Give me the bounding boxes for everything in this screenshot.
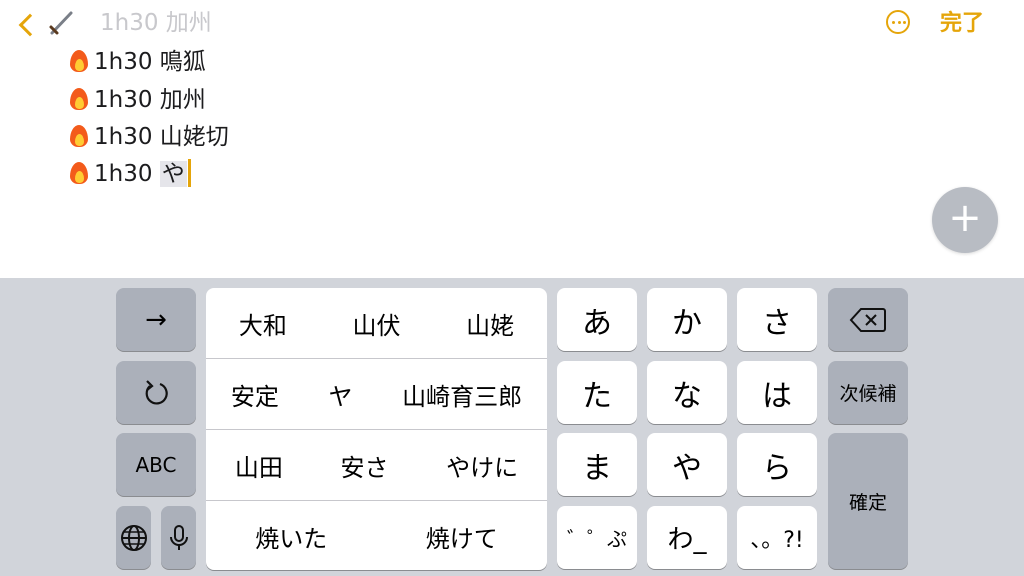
kana-key-ha[interactable]: は	[737, 361, 817, 424]
fire-emoji-icon	[68, 123, 90, 149]
kana-key-na[interactable]: な	[647, 361, 727, 424]
confirm-key[interactable]: 確定	[828, 433, 908, 569]
note-line[interactable]: 1h30 加州	[68, 83, 206, 117]
candidate[interactable]: 山田	[231, 448, 287, 483]
candidate[interactable]: 大和	[235, 306, 291, 341]
candidate[interactable]: 山姥	[462, 306, 518, 341]
text-cursor	[187, 159, 191, 187]
more-options-button[interactable]	[886, 10, 910, 34]
fire-emoji-icon	[68, 48, 90, 74]
candidate[interactable]: 山崎育三郎	[398, 377, 526, 412]
kana-key-ra[interactable]: ら	[737, 433, 817, 496]
delete-key[interactable]	[828, 288, 908, 351]
dakuten-key[interactable]: ゛゜ぷ	[557, 506, 637, 569]
candidate-row: 安定 ヤ 山崎育三郎	[206, 359, 547, 429]
abc-key[interactable]: ABC	[116, 433, 196, 496]
keyboard: → ABC 大和 山伏 山姥 安定 ヤ 山崎育三郎 山田 安さ やけに 焼いた …	[0, 278, 1024, 576]
kana-key-ma[interactable]: ま	[557, 433, 637, 496]
candidate[interactable]: 安さ	[336, 448, 392, 483]
globe-key[interactable]	[116, 506, 151, 569]
undo-key[interactable]	[116, 361, 196, 424]
add-button[interactable]: +	[932, 187, 998, 253]
note-line[interactable]: 1h30 山姥切	[68, 120, 229, 154]
mic-icon	[169, 524, 188, 550]
mic-key[interactable]	[161, 506, 196, 569]
kana-key-a[interactable]: あ	[557, 288, 637, 351]
arrow-key[interactable]: →	[116, 288, 196, 351]
kana-key-ta[interactable]: た	[557, 361, 637, 424]
note-line-editing[interactable]: 1h30 や	[68, 157, 191, 191]
back-button[interactable]	[14, 6, 42, 42]
candidate-row: 大和 山伏 山姥	[206, 288, 547, 358]
punctuation-key[interactable]: 、。?!	[737, 506, 817, 569]
conversion-candidates: 大和 山伏 山姥 安定 ヤ 山崎育三郎 山田 安さ やけに 焼いた 焼けて	[206, 288, 547, 570]
sword-emoji-icon	[49, 11, 73, 35]
kana-key-sa[interactable]: さ	[737, 288, 817, 351]
candidate[interactable]: やけに	[442, 448, 522, 483]
undo-icon	[145, 379, 168, 405]
next-candidate-key[interactable]: 次候補	[828, 361, 908, 424]
note-line[interactable]: 1h30 加州	[100, 6, 212, 40]
delete-icon	[849, 307, 886, 332]
candidate[interactable]: 焼けて	[422, 519, 502, 554]
note-line[interactable]: 1h30 鳴狐	[68, 45, 206, 79]
globe-icon	[120, 524, 147, 551]
candidate-row: 山田 安さ やけに	[206, 430, 547, 500]
fire-emoji-icon	[68, 86, 90, 112]
candidate[interactable]: 焼いた	[251, 519, 331, 554]
candidate-row: 焼いた 焼けて	[206, 501, 547, 570]
composing-text: や	[159, 161, 187, 187]
candidate[interactable]: 安定	[227, 377, 283, 412]
candidate[interactable]: ヤ	[324, 377, 356, 412]
fire-emoji-icon	[68, 160, 90, 186]
kana-key-ya[interactable]: や	[647, 433, 727, 496]
candidate[interactable]: 山伏	[348, 306, 404, 341]
kana-key-wa[interactable]: わ_	[647, 506, 727, 569]
done-button[interactable]: 完了	[940, 6, 984, 42]
kana-key-ka[interactable]: か	[647, 288, 727, 351]
